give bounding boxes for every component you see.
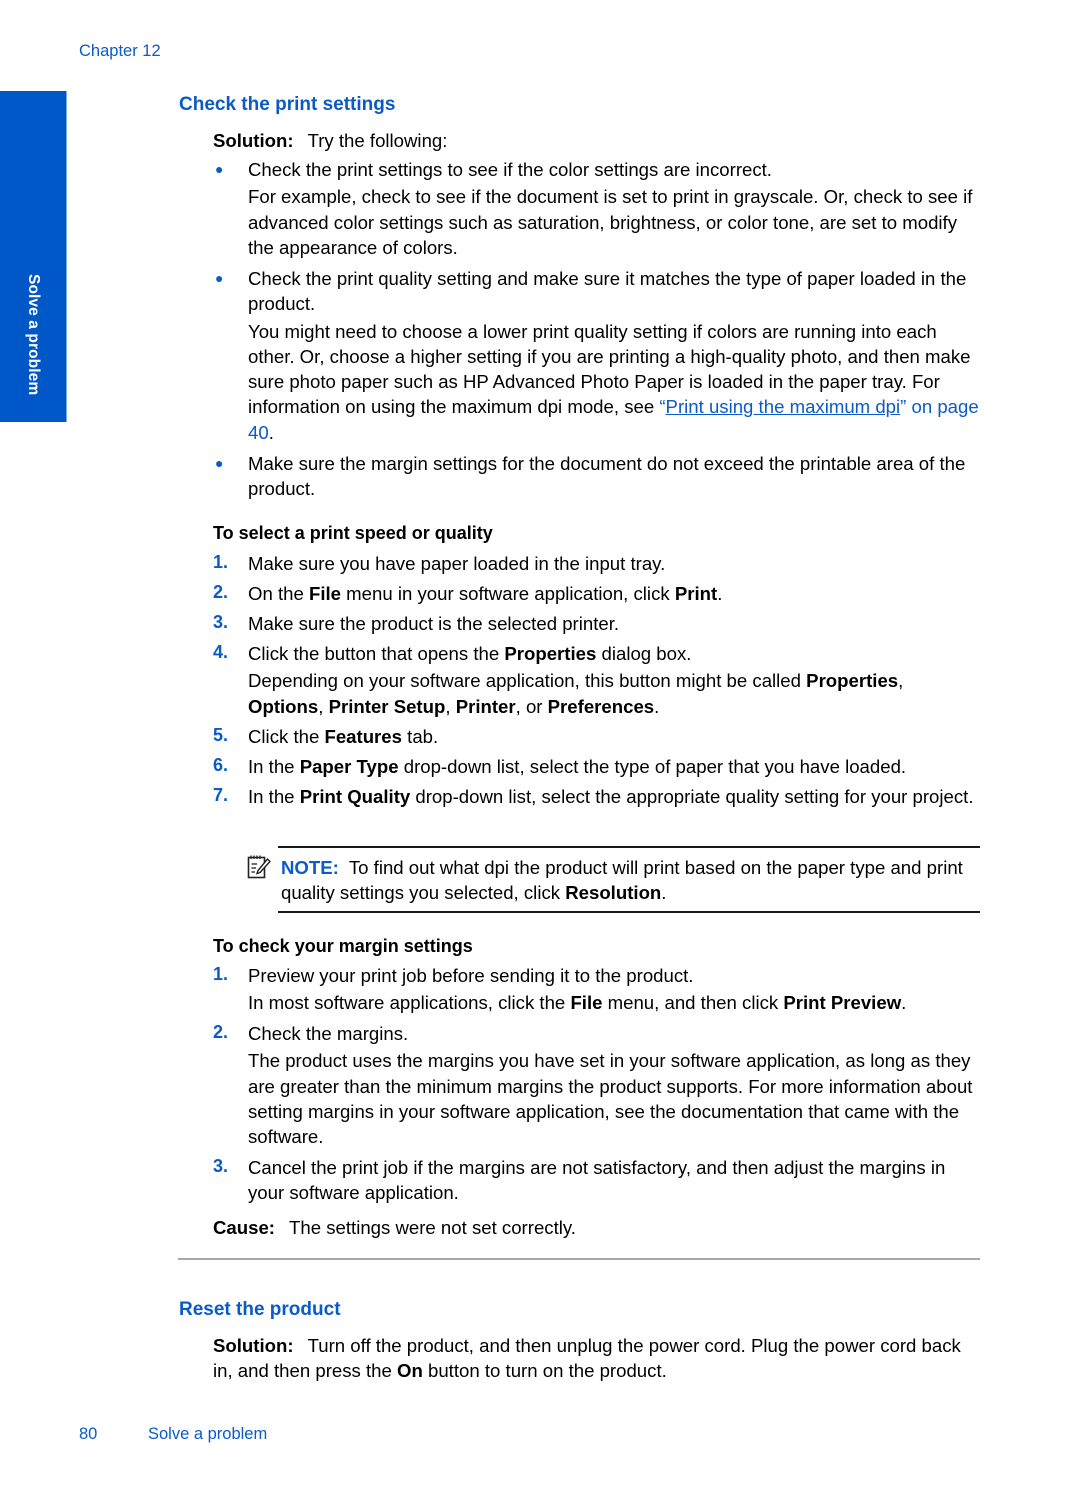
step-item: Cancel the print job if the margins are …: [248, 1155, 983, 1206]
section-divider: [178, 1258, 980, 1260]
step-item: Click the Features tab.: [248, 724, 983, 749]
step-detail: In most software applications, click the…: [248, 992, 907, 1014]
bullet-text: Check the print quality setting and make…: [248, 268, 967, 315]
step-text: Click the button that opens the Properti…: [248, 643, 692, 664]
bullet-detail: For example, check to see if the documen…: [248, 186, 973, 258]
reset-solution: Solution: Turn off the product, and then …: [213, 1335, 961, 1382]
step-item: On the File menu in your software applic…: [248, 581, 983, 606]
bullet-icon: ●: [215, 270, 224, 286]
step-item: Make sure the product is the selected pr…: [248, 611, 983, 636]
bullet-icon: ●: [215, 161, 224, 177]
bullet-text: Make sure the margin settings for the do…: [248, 453, 966, 500]
step-number: 3.: [213, 612, 229, 632]
note-text: NOTE: To find out what dpi the product wi…: [281, 857, 963, 904]
step-text: Preview your print job before sending it…: [248, 965, 694, 986]
footer-section-title: Solve a problem: [148, 1425, 268, 1443]
step-number: 7.: [213, 785, 229, 805]
step-text: Make sure the product is the selected pr…: [248, 613, 620, 634]
bullet-item: Check the print quality setting and make…: [248, 266, 983, 445]
step-detail: Depending on your software application, …: [248, 670, 904, 717]
solution-label: Solution:: [213, 1335, 294, 1356]
step-item: Make sure you have paper loaded in the i…: [248, 551, 983, 576]
side-tab-label: Solve a problem: [25, 274, 42, 396]
step-number: 2.: [213, 582, 229, 602]
section-title-check-print-settings: Check the print settings: [179, 94, 396, 115]
step-item: In the Paper Type drop-down list, select…: [248, 754, 983, 779]
step-item: Click the button that opens the Properti…: [248, 641, 983, 719]
step-number: 3.: [213, 1156, 229, 1176]
side-tab: Solve a problem: [0, 91, 67, 422]
step-text: In the Print Quality drop-down list, sel…: [248, 786, 974, 807]
step-detail: The product uses the margins you have se…: [248, 1050, 973, 1148]
step-number: 1.: [213, 964, 229, 984]
procedure-title-speed-quality: To select a print speed or quality: [213, 523, 493, 543]
bullet-item: Make sure the margin settings for the do…: [248, 451, 983, 502]
note-bottom-rule: [278, 911, 980, 913]
solution-label: Solution:: [213, 130, 294, 151]
bullet-text: Check the print settings to see if the c…: [248, 159, 772, 180]
step-item: Preview your print job before sending it…: [248, 963, 983, 1016]
step-number: 2.: [213, 1022, 229, 1042]
step-item: Check the margins. The product uses the m…: [248, 1021, 983, 1149]
note-pencil-icon: [247, 855, 271, 879]
note-label: NOTE:: [281, 857, 339, 878]
step-text: On the File menu in your software applic…: [248, 583, 723, 604]
step-text: Click the Features tab.: [248, 726, 439, 747]
step-item: In the Print Quality drop-down list, sel…: [248, 784, 983, 809]
step-text: In the Paper Type drop-down list, select…: [248, 756, 907, 777]
step-number: 5.: [213, 725, 229, 745]
solution-line: Solution: Try the following:: [213, 128, 447, 153]
note-top-rule: [278, 846, 980, 848]
bullet-icon: ●: [215, 455, 224, 471]
procedure-title-margins: To check your margin settings: [213, 936, 473, 956]
page-number: 80: [79, 1425, 98, 1443]
step-text: Make sure you have paper loaded in the i…: [248, 553, 666, 574]
bullet-detail: You might need to choose a lower print q…: [248, 320, 979, 443]
step-number: 6.: [213, 755, 229, 775]
step-number: 4.: [213, 642, 229, 662]
bullet-item: Check the print settings to see if the c…: [248, 157, 983, 260]
chapter-label: Chapter 12: [79, 42, 161, 60]
step-text: Cancel the print job if the margins are …: [248, 1157, 946, 1204]
cause-line: Cause: The settings were not set correctl…: [213, 1215, 576, 1240]
cause-text: The settings were not set correctly.: [289, 1217, 576, 1238]
section-title-reset-product: Reset the product: [179, 1299, 341, 1320]
step-text: Check the margins.: [248, 1023, 409, 1044]
step-number: 1.: [213, 552, 229, 572]
cause-label: Cause:: [213, 1217, 276, 1238]
solution-text: Try the following:: [307, 130, 448, 151]
